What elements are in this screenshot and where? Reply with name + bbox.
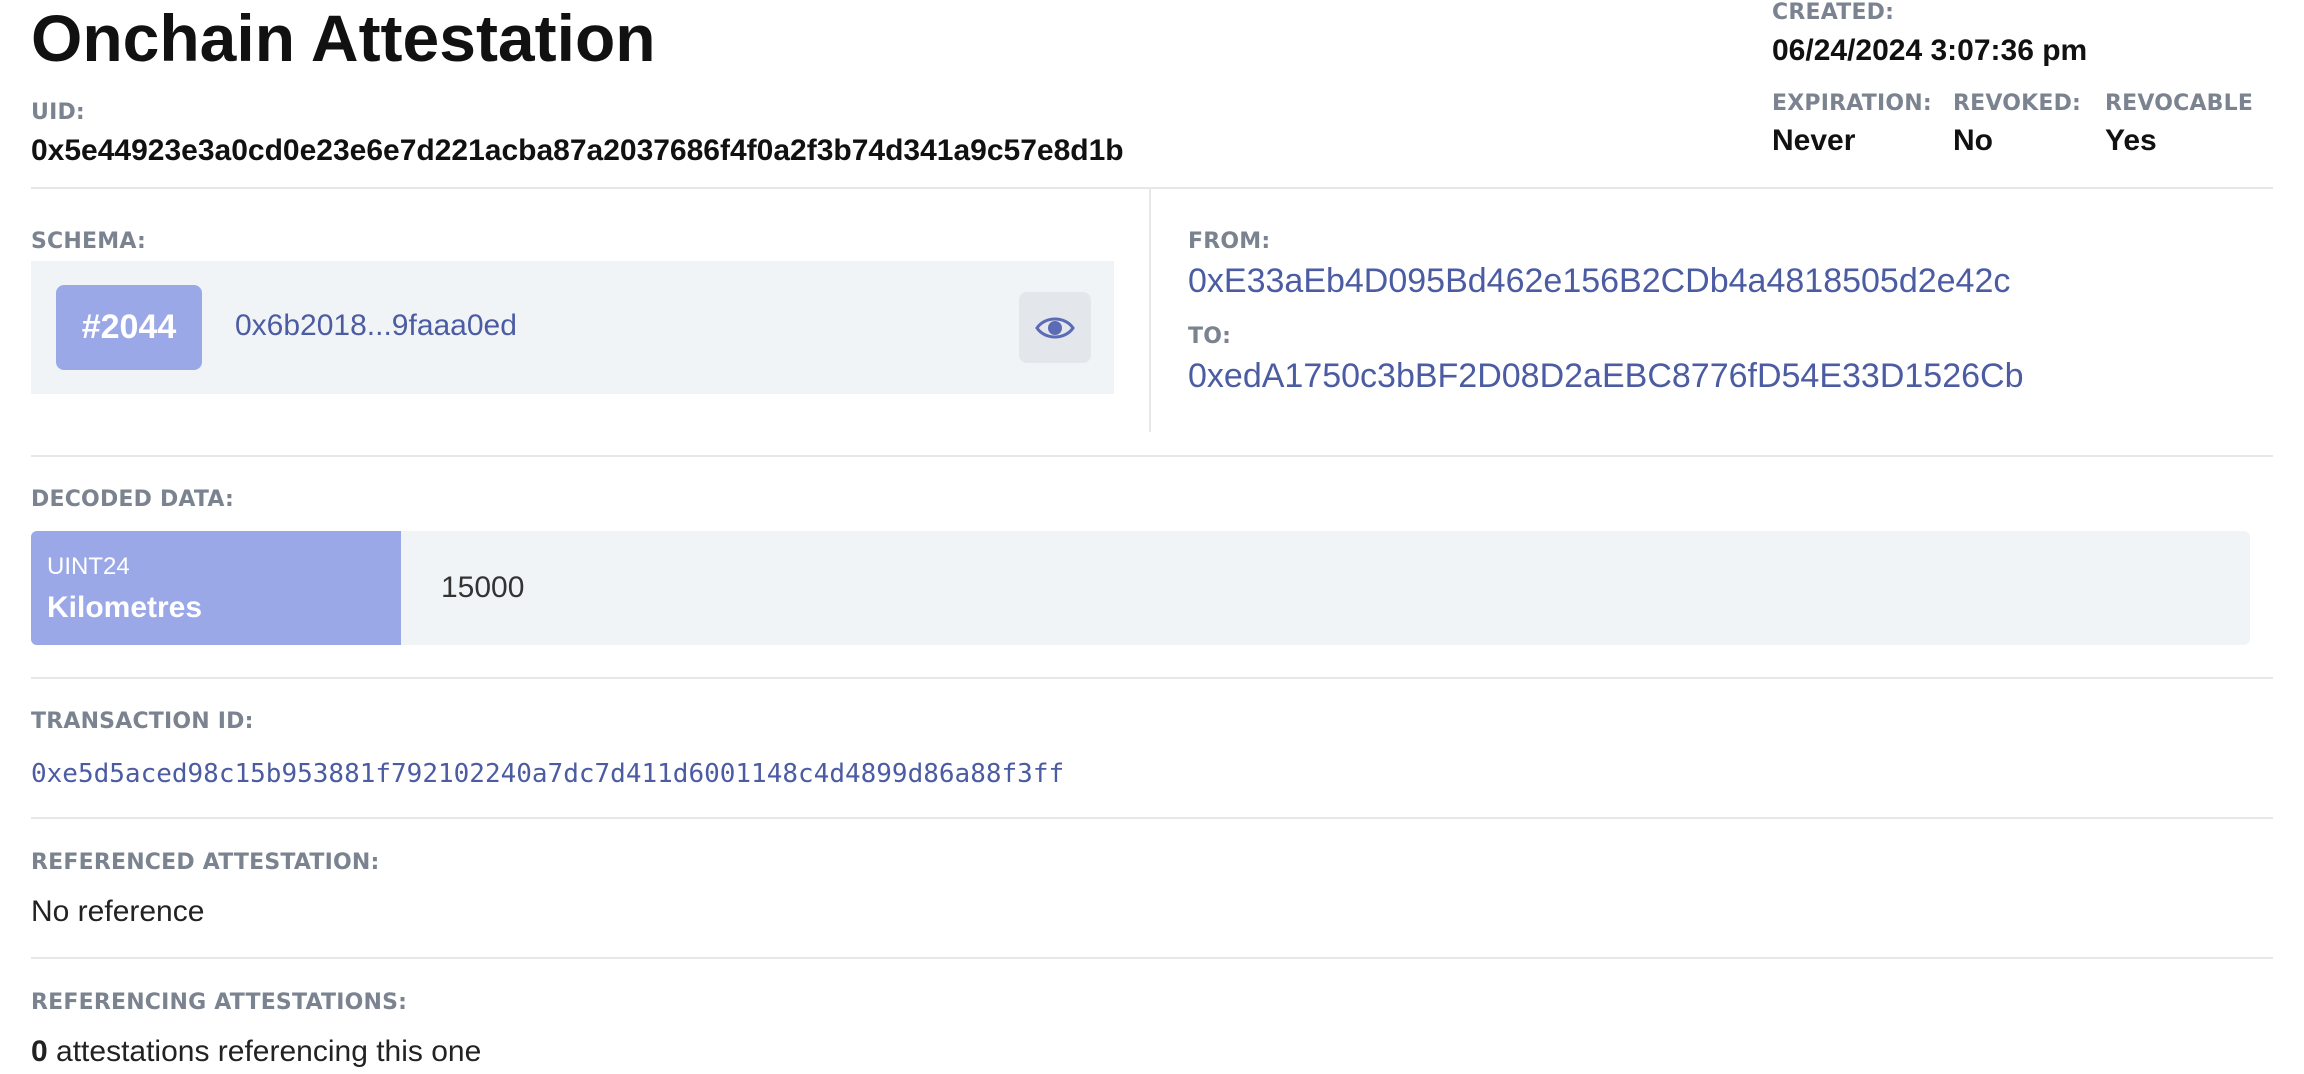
revoked-value: No (1953, 124, 1993, 157)
referenced-attestation-value: No reference (31, 895, 205, 928)
view-schema-button[interactable] (1019, 292, 1091, 363)
revoked-label: REVOKED: (1953, 91, 2082, 116)
uid-value: 0x5e44923e3a0cd0e23e6e7d221acba87a203768… (31, 134, 1124, 167)
schema-label: SCHEMA: (31, 229, 146, 254)
divider (31, 957, 2273, 959)
page-title: Onchain Attestation (31, 1, 656, 75)
to-address-link[interactable]: 0xedA1750c3bBF2D08D2aEBC8776fD54E33D1526… (1188, 357, 2023, 396)
transaction-id-label: TRANSACTION ID: (31, 709, 254, 734)
decoded-field-name: Kilometres (47, 591, 203, 624)
referencing-count: 0 (31, 1035, 48, 1068)
from-address-link[interactable]: 0xE33aEb4D095Bd462e156B2CDb4a4818505d2e4… (1188, 262, 2010, 301)
divider (31, 817, 2273, 819)
expiration-label: EXPIRATION: (1772, 91, 1932, 116)
vertical-divider (1149, 189, 1151, 432)
to-label: TO: (1188, 324, 1232, 349)
decoded-field-value: 15000 (441, 571, 525, 604)
revocable-value: Yes (2105, 124, 2157, 157)
revocable-label: REVOCABLE (2105, 91, 2254, 116)
referenced-attestation-label: REFERENCED ATTESTATION: (31, 850, 380, 875)
created-value: 06/24/2024 3:07:36 pm (1772, 34, 2088, 67)
decoded-field-row: UINT24 Kilometres 15000 (31, 531, 2250, 645)
schema-hash-link[interactable]: 0x6b2018...9faaa0ed (235, 309, 517, 343)
schema-id-badge[interactable]: #2044 (56, 285, 202, 370)
referencing-attestations-label: REFERENCING ATTESTATIONS: (31, 990, 408, 1015)
created-label: CREATED: (1772, 0, 1895, 25)
divider (31, 187, 2273, 189)
referencing-text: attestations referencing this one (56, 1035, 482, 1068)
transaction-id-link[interactable]: 0xe5d5aced98c15b953881f792102240a7dc7d41… (31, 759, 1064, 789)
referencing-attestations-summary: 0 attestations referencing this one (31, 1035, 481, 1069)
divider (31, 455, 2273, 457)
uid-label: UID: (31, 100, 85, 125)
expiration-value: Never (1772, 124, 1856, 157)
divider (31, 677, 2273, 679)
decoded-field-type: UINT24 (47, 553, 130, 580)
eye-icon (1035, 317, 1075, 338)
decoded-data-label: DECODED DATA: (31, 487, 235, 512)
decoded-field-key: UINT24 Kilometres (31, 531, 401, 645)
from-label: FROM: (1188, 229, 1271, 254)
